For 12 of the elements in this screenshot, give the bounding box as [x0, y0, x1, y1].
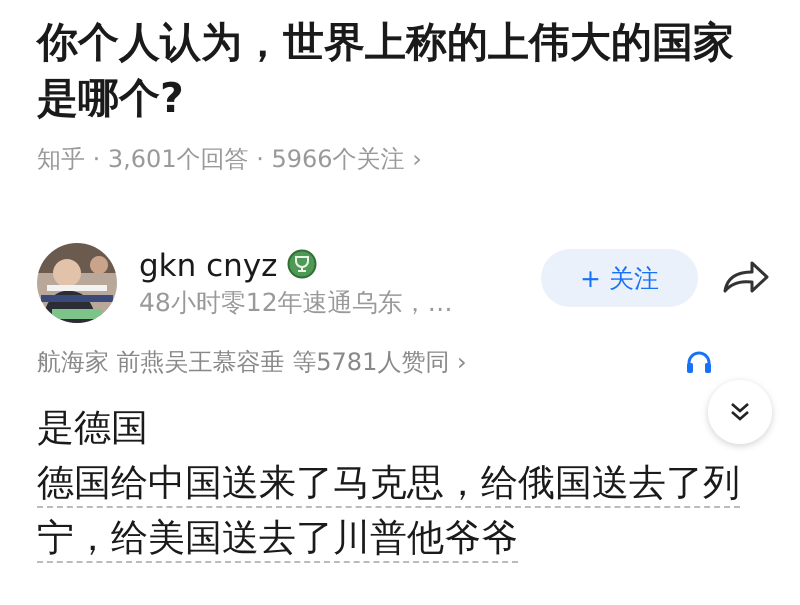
follow-button[interactable]: + 关注 [541, 249, 698, 307]
collapse-button[interactable] [708, 380, 772, 444]
trophy-badge-icon [287, 249, 318, 279]
answer-text: 是德国 [37, 405, 148, 451]
answer-text: 德国给中国送来了马克思，给俄国送去了列宁，给美国送去了川普他爷爷 [37, 455, 770, 565]
upvote-summary[interactable]: 航海家 前燕吴王慕容垂 等5781人赞同 › [37, 346, 467, 378]
double-chevron-icon [729, 401, 751, 423]
author-bio: 48小时零12年速通乌东，… [139, 287, 454, 319]
question-meta[interactable]: 知乎 · 3,601个回答 · 5966个关注 › [37, 142, 422, 176]
question-title: 你个人认为，世界上称的上伟大的国家是哪个? [37, 17, 735, 124]
headphones-icon[interactable] [686, 350, 712, 374]
author-name[interactable]: gkn cnyz [139, 246, 278, 286]
